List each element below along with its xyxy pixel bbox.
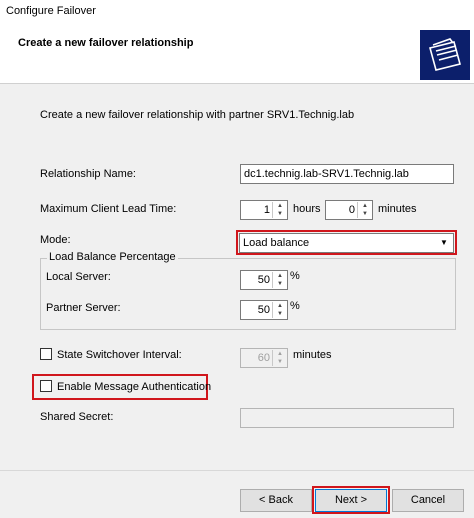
spinner-arrows[interactable]: ▲ ▼ [272, 202, 286, 218]
spin-down-icon[interactable]: ▼ [273, 280, 287, 288]
mclt-hours-spinner[interactable]: 1 ▲ ▼ [240, 200, 288, 220]
spin-up-icon[interactable]: ▲ [358, 202, 372, 210]
relationship-name-input[interactable]: dc1.technig.lab-SRV1.Technig.lab [240, 164, 454, 184]
mode-select[interactable]: Load balance ▼ [239, 233, 454, 253]
spinner-arrows[interactable]: ▲ ▼ [357, 202, 371, 218]
switchover-spinner[interactable]: 60 ▲ ▼ [240, 348, 288, 368]
spin-down-icon[interactable]: ▼ [273, 310, 287, 318]
wizard-content: Create a new failover relationship with … [0, 84, 474, 464]
mclt-hours-value: 1 [263, 204, 270, 216]
spin-up-icon[interactable]: ▲ [273, 302, 287, 310]
spin-down-icon[interactable]: ▼ [358, 210, 372, 218]
spin-up-icon[interactable]: ▲ [273, 350, 287, 358]
page-heading: Create a new failover relationship [18, 37, 194, 49]
mclt-minutes-value: 0 [348, 204, 355, 216]
window-title: Configure Failover [6, 5, 96, 17]
spinner-arrows[interactable]: ▲ ▼ [272, 272, 286, 288]
relationship-name-label: Relationship Name: [40, 168, 136, 180]
switchover-checkbox[interactable] [40, 348, 52, 360]
partner-server-unit: % [290, 300, 300, 312]
title-bar: Configure Failover [0, 0, 474, 24]
mode-label: Mode: [40, 234, 71, 246]
spinner-arrows[interactable]: ▲ ▼ [272, 350, 286, 366]
partner-server-label: Partner Server: [46, 302, 121, 314]
spin-down-icon[interactable]: ▼ [273, 358, 287, 366]
local-server-value: 50 [257, 274, 270, 286]
mclt-minutes-spinner[interactable]: 0 ▲ ▼ [325, 200, 373, 220]
switchover-unit: minutes [293, 349, 332, 361]
spin-up-icon[interactable]: ▲ [273, 202, 287, 210]
mclt-label: Maximum Client Lead Time: [40, 203, 177, 215]
partner-server-value: 50 [257, 304, 270, 316]
intro-text: Create a new failover relationship with … [40, 109, 355, 121]
switchover-label: State Switchover Interval: [57, 349, 182, 361]
mclt-hours-label: hours [293, 203, 321, 215]
chevron-down-icon[interactable]: ▼ [436, 235, 452, 251]
switchover-value: 60 [257, 352, 270, 364]
next-button[interactable]: Next > [315, 489, 387, 512]
load-balance-legend: Load Balance Percentage [47, 251, 178, 263]
cancel-button[interactable]: Cancel [392, 489, 464, 512]
spin-down-icon[interactable]: ▼ [273, 210, 287, 218]
mclt-minutes-label: minutes [378, 203, 417, 215]
wizard-header: Create a new failover relationship [0, 24, 474, 84]
message-auth-checkbox[interactable] [40, 380, 52, 392]
shared-secret-input[interactable] [240, 408, 454, 428]
partner-server-spinner[interactable]: 50 ▲ ▼ [240, 300, 288, 320]
local-server-spinner[interactable]: 50 ▲ ▼ [240, 270, 288, 290]
mode-value: Load balance [243, 237, 310, 249]
footer-divider [0, 470, 474, 471]
shared-secret-label: Shared Secret: [40, 411, 114, 423]
back-button[interactable]: < Back [240, 489, 312, 512]
spinner-arrows[interactable]: ▲ ▼ [272, 302, 286, 318]
local-server-label: Local Server: [46, 271, 111, 283]
folder-stack-icon [420, 30, 470, 80]
local-server-unit: % [290, 270, 300, 282]
spin-up-icon[interactable]: ▲ [273, 272, 287, 280]
message-auth-label[interactable]: Enable Message Authentication [57, 381, 211, 393]
